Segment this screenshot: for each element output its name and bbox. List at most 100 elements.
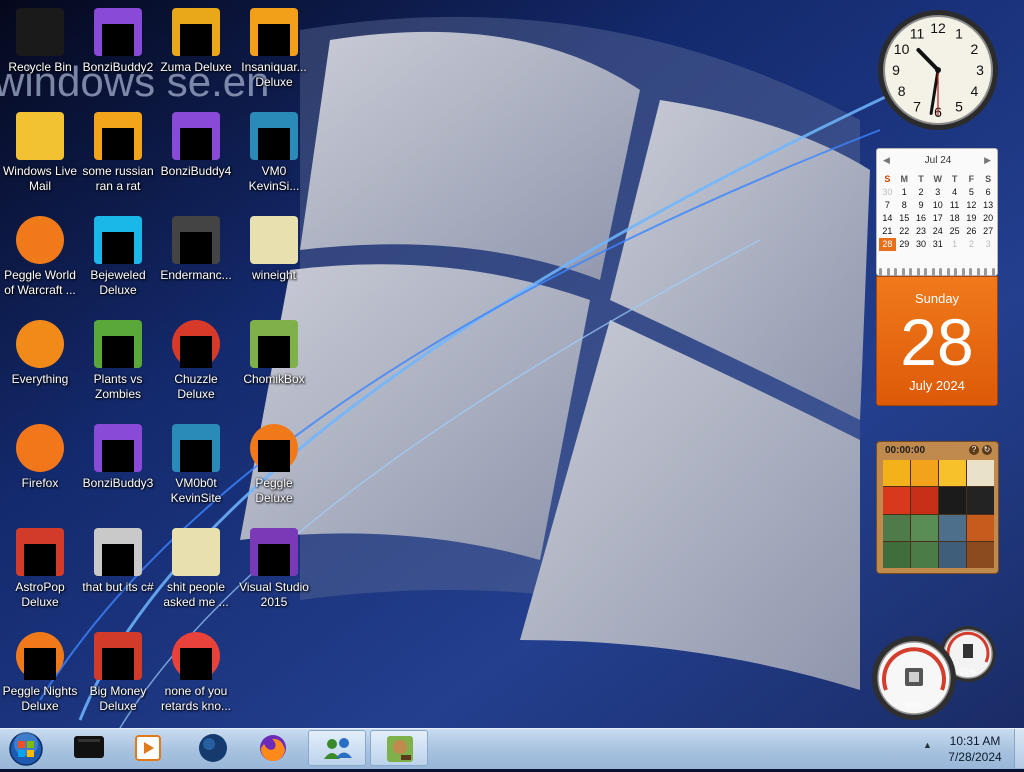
show-desktop-button[interactable]: [1014, 729, 1024, 768]
desktop-icon[interactable]: Plants vs Zombies: [78, 314, 158, 414]
clock-gadget[interactable]: 123456789101112: [876, 8, 1000, 132]
calendar-day[interactable]: 1: [896, 186, 913, 199]
calendar-day[interactable]: 18: [946, 212, 963, 225]
desktop-icon[interactable]: some russian ran a rat: [78, 106, 158, 206]
desktop-icon[interactable]: BonziBuddy3: [78, 418, 158, 518]
window-icon: [172, 216, 220, 264]
desktop-icon[interactable]: Windows Live Mail: [0, 106, 80, 206]
desktop-icon[interactable]: Big Money Deluxe: [78, 626, 158, 726]
svg-text:8: 8: [898, 83, 906, 99]
chuzzle-icon: [172, 320, 220, 368]
desktop-icon[interactable]: wineight: [234, 210, 314, 310]
cpu-meter-gadget[interactable]: 21% 00%: [872, 624, 1002, 724]
puzzle-timer: 00:00:00: [885, 445, 926, 456]
desktop-icon[interactable]: VM0 KevinSi...: [234, 106, 314, 206]
calendar-day[interactable]: 1: [946, 238, 963, 251]
taskbar-firefox-button[interactable]: [244, 730, 302, 766]
desktop-icon-label: Endermanc...: [160, 268, 232, 282]
tray-show-hidden-icon[interactable]: ▲: [923, 740, 932, 750]
firefox-icon: [16, 424, 64, 472]
calendar-next-icon[interactable]: ▶: [984, 155, 991, 166]
desktop-icon[interactable]: Zuma Deluxe: [156, 2, 236, 102]
calendar-day[interactable]: 13: [980, 199, 997, 212]
calendar-day[interactable]: 30: [913, 238, 930, 251]
desktop-icon[interactable]: Bejeweled Deluxe: [78, 210, 158, 310]
calendar-day[interactable]: 8: [896, 199, 913, 212]
calendar-day[interactable]: 25: [946, 225, 963, 238]
calendar-day[interactable]: 24: [929, 225, 946, 238]
start-button[interactable]: [6, 731, 46, 767]
calendar-day[interactable]: 7: [879, 199, 896, 212]
desktop-icon[interactable]: Peggle World of Warcraft ...: [0, 210, 80, 310]
calendar-gadget[interactable]: ◀ Jul 24 ▶ S M T W T F S 30 1 2 3 4 5 6 7 8 9 10 11 12 13 14 1…: [876, 148, 998, 406]
desktop-icon-label: Peggle World of Warcraft ...: [4, 268, 76, 297]
taskbar-messenger-button[interactable]: [308, 730, 366, 766]
taskbar-media-player-button[interactable]: [120, 730, 178, 766]
desktop-icon-label: BonziBuddy4: [160, 164, 232, 178]
calendar-day[interactable]: 3: [980, 238, 997, 251]
calendar-day[interactable]: 31: [929, 238, 946, 251]
calendar-day[interactable]: 28: [879, 238, 896, 251]
desktop-icon[interactable]: Endermanc...: [156, 210, 236, 310]
calendar-day[interactable]: 3: [929, 186, 946, 199]
desktop-icon[interactable]: Recycle Bin: [0, 2, 80, 102]
picture-puzzle-gadget[interactable]: 00:00:00 ? ↻: [876, 441, 999, 574]
calendar-day[interactable]: 2: [963, 238, 980, 251]
calendar-weekday-header: S: [884, 174, 891, 184]
puzzle-tile-grid[interactable]: [883, 460, 994, 568]
desktop-icon[interactable]: AstroPop Deluxe: [0, 522, 80, 622]
desktop-icon[interactable]: shit people asked me ...: [156, 522, 236, 622]
calendar-day[interactable]: 21: [879, 225, 896, 238]
calendar-day[interactable]: 23: [913, 225, 930, 238]
taskbar-globe-button[interactable]: [184, 730, 242, 766]
calendar-day[interactable]: 10: [929, 199, 946, 212]
desktop-icon[interactable]: VM0b0t KevinSite: [156, 418, 236, 518]
desktop-icon[interactable]: Visual Studio 2015: [234, 522, 314, 622]
calendar-day[interactable]: 22: [896, 225, 913, 238]
svg-text:11: 11: [910, 26, 925, 42]
calendar-day[interactable]: 6: [980, 186, 997, 199]
calendar-day[interactable]: 16: [913, 212, 930, 225]
desktop-icon[interactable]: Firefox: [0, 418, 80, 518]
desktop-icon[interactable]: ChomikBox: [234, 314, 314, 414]
desktop-icon-label: Plants vs Zombies: [93, 372, 143, 401]
desktop-icon[interactable]: Peggle Deluxe: [234, 418, 314, 518]
taskbar-clock[interactable]: 10:31 AM 7/28/2024: [940, 733, 1010, 765]
svg-text:5: 5: [955, 98, 963, 114]
desktop-icon[interactable]: none of you retards kno...: [156, 626, 236, 726]
calendar-day[interactable]: 27: [980, 225, 997, 238]
calendar-day[interactable]: 15: [896, 212, 913, 225]
calendar-weekday-header: T: [918, 174, 924, 184]
desktop-icon[interactable]: Everything: [0, 314, 80, 414]
desktop-icon[interactable]: BonziBuddy2: [78, 2, 158, 102]
calendar-day[interactable]: 12: [963, 199, 980, 212]
calendar-day[interactable]: 26: [963, 225, 980, 238]
calendar-day[interactable]: 20: [980, 212, 997, 225]
calendar-day[interactable]: 9: [913, 199, 930, 212]
calendar-day[interactable]: 2: [913, 186, 930, 199]
calendar-day[interactable]: 14: [879, 212, 896, 225]
desktop-icon-label: Bejeweled Deluxe: [90, 268, 146, 297]
desktop-icon[interactable]: Peggle Nights Deluxe: [0, 626, 80, 726]
desktop-icon-label: some russian ran a rat: [82, 164, 154, 193]
puzzle-shuffle-icon[interactable]: ↻: [982, 445, 992, 455]
calendar-day[interactable]: 29: [896, 238, 913, 251]
desktop-icon-label: Big Money Deluxe: [89, 684, 147, 713]
calendar-month-view: ◀ Jul 24 ▶ S M T W T F S 30 1 2 3 4 5 6 7 8 9 10 11 12 13 14 1…: [876, 148, 998, 276]
calendar-day[interactable]: 30: [879, 186, 896, 199]
calendar-day[interactable]: 5: [963, 186, 980, 199]
calendar-day[interactable]: 17: [929, 212, 946, 225]
calendar-day[interactable]: 4: [946, 186, 963, 199]
desktop-icon[interactable]: Chuzzle Deluxe: [156, 314, 236, 414]
calendar-day[interactable]: 11: [946, 199, 963, 212]
taskbar-chomikbox-button[interactable]: [370, 730, 428, 766]
calendar-weekday: Sunday: [914, 291, 960, 306]
desktop-icon[interactable]: that but its c#: [78, 522, 158, 622]
calendar-day[interactable]: 19: [963, 212, 980, 225]
desktop-icon-label: Insaniquar... Deluxe: [241, 60, 307, 89]
desktop-icon[interactable]: Insaniquar... Deluxe: [234, 2, 314, 102]
desktop-icon[interactable]: BonziBuddy4: [156, 106, 236, 206]
taskbar-terminal-button[interactable]: [60, 730, 118, 766]
desktop-icon-label: that but its c#: [82, 580, 154, 594]
puzzle-help-icon[interactable]: ?: [969, 445, 979, 455]
